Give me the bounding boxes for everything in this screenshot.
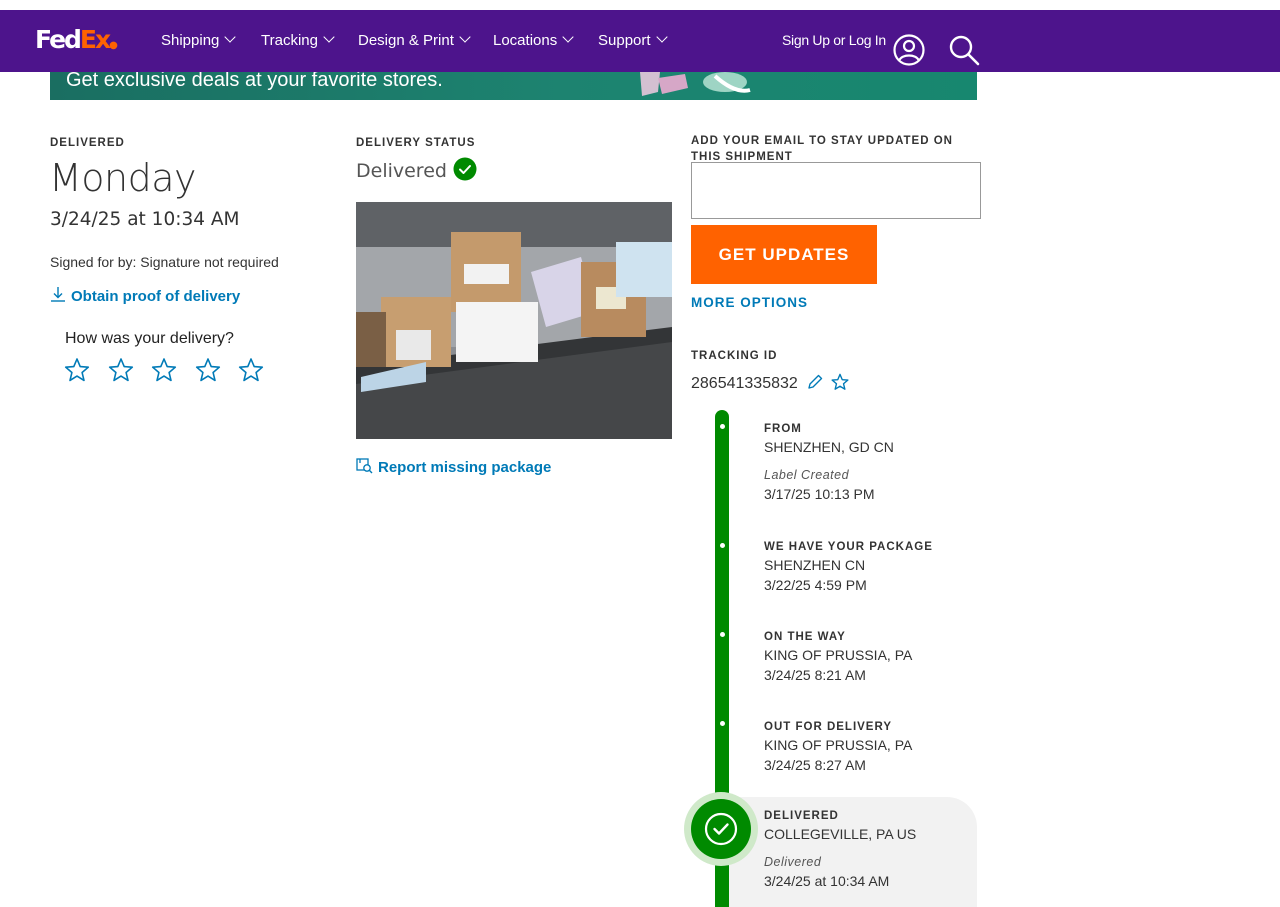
- nav-tracking[interactable]: Tracking: [261, 31, 335, 50]
- download-icon: [51, 287, 65, 302]
- nav-design-print[interactable]: Design & Print: [358, 31, 471, 50]
- user-account-icon[interactable]: [893, 34, 925, 66]
- proof-of-delivery-photo[interactable]: [356, 202, 672, 439]
- star-3-icon[interactable]: [151, 357, 177, 383]
- check-circle-icon: [453, 157, 477, 181]
- timeline-event-delivered: DELIVERED COLLEGEVILLE, PA US Delivered …: [764, 810, 917, 889]
- global-header: FedEx● Shipping Tracking Design & Print …: [0, 10, 1280, 72]
- timeline-event-on-the-way: ON THE WAY KING OF PRUSSIA, PA 3/24/25 8…: [764, 631, 913, 683]
- tracking-id-row: 286541335832: [691, 373, 849, 393]
- package-search-icon: [356, 458, 373, 474]
- email-updates-label: ADD YOUR EMAIL TO STAY UPDATED ON THIS S…: [691, 135, 953, 163]
- check-circle-icon: [704, 812, 738, 846]
- banner-illustration: [640, 72, 751, 96]
- tracking-id-value: 286541335832: [691, 375, 798, 392]
- star-5-icon[interactable]: [238, 357, 264, 383]
- chevron-down-icon: [562, 31, 574, 43]
- sign-in-link[interactable]: Sign Up or Log In: [782, 32, 886, 48]
- more-options-link[interactable]: MORE OPTIONS: [691, 295, 808, 310]
- timeline-event-picked-up: WE HAVE YOUR PACKAGE SHENZHEN CN 3/22/25…: [764, 541, 933, 593]
- chevron-down-icon: [655, 31, 668, 43]
- chevron-down-icon: [323, 31, 335, 43]
- get-updates-button[interactable]: GET UPDATES: [691, 225, 877, 284]
- delivery-status: Delivered: [356, 157, 477, 182]
- delivery-day: Monday: [49, 156, 197, 200]
- report-missing-link[interactable]: Report missing package: [356, 457, 551, 477]
- timeline-event-from: FROM SHENZHEN, GD CN Label Created 3/17/…: [764, 423, 894, 502]
- star-2-icon[interactable]: [108, 357, 134, 383]
- timeline-dot: [720, 424, 725, 429]
- delivery-datetime: 3/24/25 at 10:34 AM: [50, 209, 240, 230]
- delivered-label: DELIVERED: [50, 137, 125, 149]
- chevron-down-icon: [459, 31, 471, 43]
- chevron-down-icon: [224, 31, 237, 43]
- nav-support[interactable]: Support: [598, 31, 668, 50]
- promo-banner[interactable]: Get exclusive deals at your favorite sto…: [50, 72, 977, 100]
- star-1-icon[interactable]: [64, 357, 90, 383]
- top-strip: [0, 0, 1280, 10]
- star-4-icon[interactable]: [195, 357, 221, 383]
- email-input[interactable]: [691, 162, 981, 219]
- nav-shipping[interactable]: Shipping: [161, 31, 237, 50]
- edit-pencil-icon[interactable]: [806, 373, 824, 391]
- delivered-node: [691, 799, 751, 859]
- timeline-dot: [720, 721, 725, 726]
- delivery-status-text: Delivered: [356, 160, 447, 182]
- tracking-id-label: TRACKING ID: [691, 350, 778, 362]
- star-rating: [64, 357, 282, 388]
- signed-for-text: Signed for by: Signature not required: [50, 254, 279, 270]
- nav-locations[interactable]: Locations: [493, 31, 574, 50]
- timeline-dot: [720, 632, 725, 637]
- search-icon[interactable]: [948, 34, 980, 66]
- timeline-event-out-for-delivery: OUT FOR DELIVERY KING OF PRUSSIA, PA 3/2…: [764, 721, 913, 773]
- obtain-proof-link[interactable]: Obtain proof of delivery: [50, 286, 240, 306]
- timeline-dot: [720, 543, 725, 548]
- delivery-status-label: DELIVERY STATUS: [356, 137, 476, 149]
- banner-text: Get exclusive deals at your favorite sto…: [66, 72, 443, 91]
- fedex-logo[interactable]: FedEx●: [35, 27, 118, 59]
- star-watch-icon[interactable]: [831, 373, 849, 391]
- rating-prompt: How was your delivery?: [65, 330, 234, 347]
